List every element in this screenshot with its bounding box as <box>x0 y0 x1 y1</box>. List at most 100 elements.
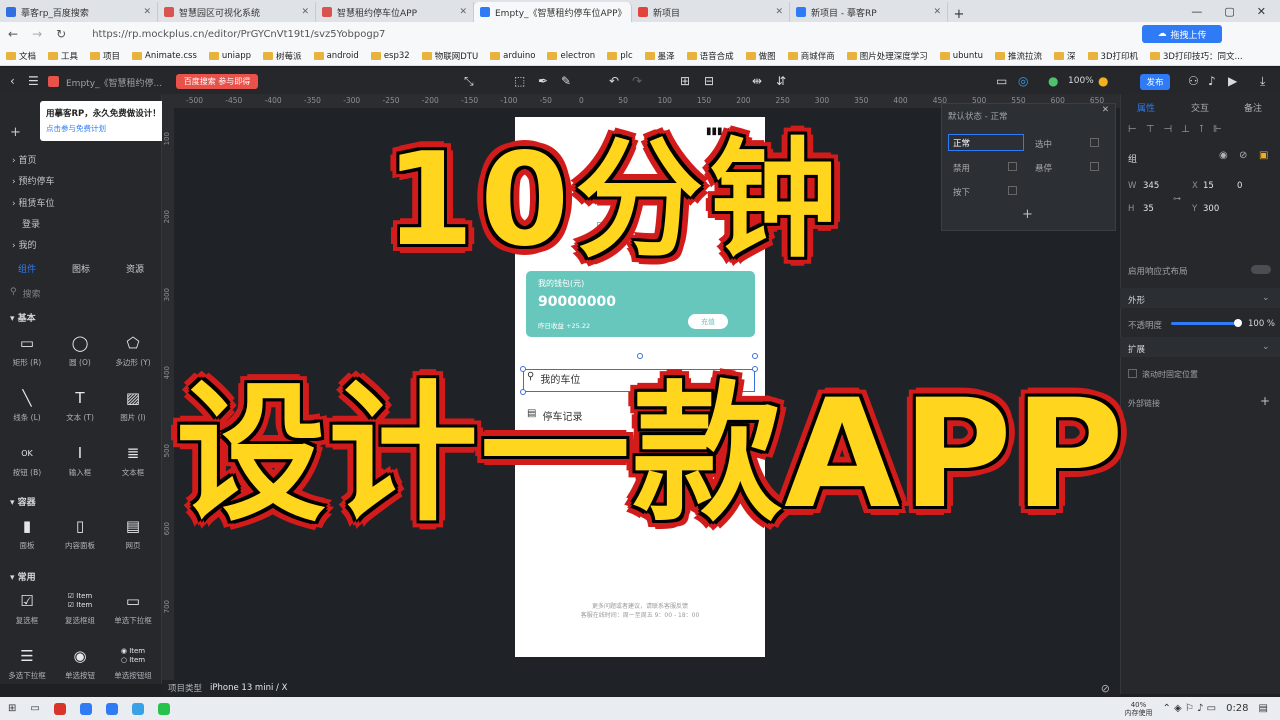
height-field[interactable]: 35 <box>1143 204 1154 214</box>
new-tab-button[interactable]: + <box>948 7 970 22</box>
component-item[interactable]: ▮ 面板 <box>0 515 54 551</box>
tab-properties[interactable]: 属性 <box>1137 101 1155 114</box>
cloud-upload-button[interactable]: ☁ 拖拽上传 <box>1142 25 1222 43</box>
browser-tab[interactable]: 新项目 - 摹客RP ✕ <box>790 2 948 22</box>
bookmark-item[interactable]: 工具 <box>48 50 78 62</box>
minimize-icon[interactable]: — <box>1191 5 1202 18</box>
zoom-level[interactable]: 100% <box>1068 76 1094 86</box>
mic-icon[interactable]: ♪ <box>1208 74 1216 88</box>
bookmark-item[interactable]: Animate.css <box>132 51 197 61</box>
wechat-icon[interactable] <box>157 702 170 715</box>
eye-icon[interactable]: ◉ <box>1219 150 1228 161</box>
maximize-icon[interactable]: ▢ <box>1224 5 1234 18</box>
target-icon[interactable]: ◎ <box>1018 74 1028 88</box>
resize-handle[interactable] <box>752 353 758 359</box>
browser-tab[interactable]: 新项目 ✕ <box>632 2 790 22</box>
undo-icon[interactable]: ↶ <box>609 74 619 88</box>
taskview-icon[interactable]: ▭ <box>30 703 39 714</box>
component-item[interactable]: T 文本 (T) <box>53 387 107 423</box>
hide-icon[interactable]: ⊘ <box>1239 150 1247 161</box>
add-page-icon[interactable]: + <box>10 125 21 140</box>
gift-icon[interactable] <box>48 76 59 87</box>
y-field[interactable]: 300 <box>1203 204 1219 214</box>
component-item[interactable]: ☑ 复选框 <box>0 590 54 626</box>
browser-tab-active[interactable]: Empty_《智慧租约停车位APP》✕ <box>474 2 632 22</box>
rotate-handle[interactable] <box>637 353 643 359</box>
search-input[interactable]: 搜索 <box>23 287 41 300</box>
state-pressed[interactable]: 按下 <box>953 186 970 198</box>
tooltip-link[interactable]: 点击参与免费计划 <box>46 123 166 134</box>
bookmark-item[interactable]: 图片处理深度学习 <box>846 50 928 62</box>
bookmark-item[interactable]: 墨泽 <box>644 50 675 62</box>
notification-icon[interactable]: ▤ <box>1259 703 1268 714</box>
promo-badge[interactable]: 百度搜索 参与即得 <box>176 74 258 89</box>
responsive-toggle[interactable] <box>1251 265 1271 274</box>
publish-button[interactable]: 发布 <box>1140 74 1170 90</box>
align-icon[interactable]: ⊞ <box>680 74 690 88</box>
component-search[interactable]: ⚲ 搜索 <box>10 287 41 300</box>
opacity-value[interactable]: 100 % <box>1248 319 1275 329</box>
tab-components[interactable]: 组件 <box>18 262 36 275</box>
bookmark-item[interactable]: 文档 <box>6 50 36 62</box>
tab-icons[interactable]: 图标 <box>72 262 90 275</box>
bookmark-item[interactable]: arduino <box>490 51 535 61</box>
bookmark-item[interactable]: 做图 <box>745 50 776 62</box>
component-item[interactable]: ▭ 单选下拉框 <box>106 590 160 626</box>
back-icon[interactable]: ‹ <box>10 74 15 88</box>
component-item[interactable]: ▯ 内容面板 <box>53 515 107 551</box>
browser-icon[interactable] <box>79 702 92 715</box>
state-hover[interactable]: 悬停 <box>1035 162 1052 174</box>
align-tools[interactable]: ⊢⊤⊣⊥⊺⊩ <box>1128 124 1231 135</box>
tab-interaction[interactable]: 交互 <box>1191 101 1209 114</box>
device-icon[interactable]: ▭ <box>996 74 1007 88</box>
component-item[interactable]: OK 按钮 (B) <box>0 442 54 478</box>
bookmark-item[interactable]: plc <box>607 51 633 61</box>
component-item[interactable]: ▨ 图片 (I) <box>106 387 160 423</box>
coin-icon[interactable]: ● <box>1098 74 1108 88</box>
share-icon[interactable]: ⚇ <box>1188 74 1199 88</box>
app-icon[interactable] <box>105 702 118 715</box>
chevron-down-icon[interactable]: ⌄ <box>1262 293 1270 303</box>
page-item[interactable]: › 租赁车位 <box>12 196 54 209</box>
browser-tab[interactable]: 智慧园区可视化系统 ✕ <box>158 2 316 22</box>
page-item[interactable]: › 预约停车 <box>12 174 54 187</box>
width-field[interactable]: 345 <box>1143 181 1159 191</box>
bookmark-item[interactable]: uniapp <box>208 51 251 61</box>
tray-icons[interactable]: ⌃ ◈ ⚐ ♪ ▭ <box>1162 703 1216 714</box>
component-item[interactable]: ☑ Item ☑ Item 复选框组 <box>53 590 107 626</box>
checkbox[interactable] <box>1090 162 1099 171</box>
bookmark-item[interactable]: 项目 <box>90 50 120 62</box>
state-normal[interactable]: 正常 <box>948 134 1024 151</box>
bookmark-item[interactable]: 3D打印机 <box>1087 50 1138 62</box>
reload-icon[interactable]: ↻ <box>56 27 66 41</box>
menu-icon[interactable]: ☰ <box>28 74 39 88</box>
state-selected[interactable]: 选中 <box>1035 138 1052 150</box>
component-item[interactable]: ▭ 矩形 (R) <box>0 332 54 368</box>
recharge-button[interactable]: 充值 <box>688 314 728 329</box>
section-container[interactable]: ▾ 容器 <box>10 495 36 508</box>
opacity-slider[interactable] <box>1171 322 1239 325</box>
close-icon[interactable]: ✕ <box>933 7 941 17</box>
compass-icon[interactable]: ⊘ <box>1101 682 1110 695</box>
bookmark-item[interactable]: esp32 <box>370 51 410 61</box>
back-icon[interactable]: ← <box>8 27 18 41</box>
opacity-slider-thumb[interactable] <box>1234 319 1242 327</box>
bookmark-item[interactable]: 3D打印技巧：同文... <box>1150 50 1243 62</box>
x-field[interactable]: 15 <box>1203 181 1214 191</box>
component-item[interactable]: ◯ 圆 (O) <box>53 332 107 368</box>
section-common[interactable]: ▾ 常用 <box>10 570 36 583</box>
page-item[interactable]: › 我的 <box>12 238 36 251</box>
component-item[interactable]: ⬠ 多边形 (Y) <box>106 332 160 368</box>
preview-icon[interactable]: ▶ <box>1228 74 1237 88</box>
component-item[interactable]: ◉ Item ○ Item 单选按钮组 <box>106 645 160 681</box>
start-icon[interactable]: ⊞ <box>8 703 16 714</box>
component-item[interactable]: ▤ 网页 <box>106 515 160 551</box>
close-icon[interactable]: ✕ <box>459 7 467 17</box>
browser-tab[interactable]: 摹客rp_百度搜索 ✕ <box>0 2 158 22</box>
component-item[interactable]: I 输入框 <box>53 442 107 478</box>
pencil-icon[interactable]: ✎ <box>561 74 571 88</box>
device-select[interactable]: iPhone 13 mini / X <box>210 683 287 693</box>
bookmark-item[interactable]: 商城伴商 <box>787 50 835 62</box>
component-item[interactable]: ☰ 多选下拉框 <box>0 645 54 681</box>
app-icon[interactable] <box>53 702 66 715</box>
